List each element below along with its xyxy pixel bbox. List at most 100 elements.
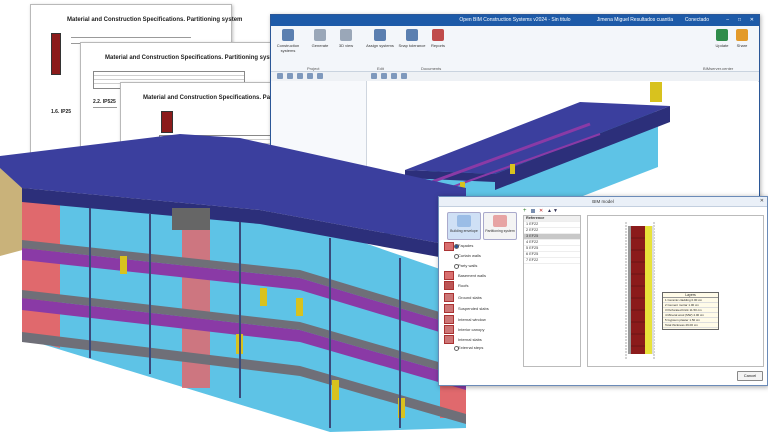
document-title: Material and Construction Specifications… — [105, 55, 281, 61]
category-item[interactable]: Roofs — [458, 283, 468, 288]
share-button[interactable]: Share — [727, 29, 757, 48]
partition-icon — [493, 215, 507, 227]
row-number: 2 — [526, 228, 529, 232]
window-titlebar: Open BIM Construction Systems v2024 - Si… — [271, 15, 759, 26]
generate-icon — [314, 29, 326, 41]
row-number: 1 — [526, 222, 529, 226]
bim-model-dialog: BIM model ✕ Building envelope Partitioni… — [438, 196, 768, 386]
ribbon-group-documents: Documents — [421, 66, 442, 71]
category-item[interactable]: External steps — [458, 345, 483, 350]
list-toolbar: + ✕ ▲ ▼ — [523, 208, 583, 214]
wall-section-sketch — [51, 33, 61, 75]
add-icon[interactable]: + — [523, 208, 527, 214]
document-title: Material and Construction Specifications… — [67, 17, 243, 23]
category-item[interactable]: Party walls — [458, 263, 477, 268]
tab-label: Partitioning system — [485, 229, 515, 233]
minimize-icon[interactable]: – — [726, 15, 729, 26]
list-item[interactable]: 7 EF22 — [524, 258, 580, 264]
reference-list[interactable]: Reference 1 EF22 2 EF22 3 EF25 4 EF22 5 … — [523, 215, 581, 367]
edit-icon[interactable] — [531, 209, 535, 213]
row-number: 6 — [526, 252, 529, 256]
toolbar-icon[interactable] — [277, 73, 283, 79]
toolbar-icon[interactable] — [307, 73, 313, 79]
wall-section-preview: Layers 1 Ceramic cladding 0.00 cm 2 Ceme… — [587, 215, 764, 367]
ground-slab-icon — [444, 293, 454, 302]
category-item[interactable]: Internal window — [458, 317, 486, 322]
view-3d-button[interactable]: 3D view — [331, 29, 361, 48]
row-number: 7 — [526, 258, 529, 262]
row-reference: EF25 — [529, 246, 539, 250]
roof-icon — [444, 281, 454, 290]
button-label: 3D view — [338, 43, 354, 48]
button-label: Construction systems — [276, 43, 300, 53]
toolbar-icon[interactable] — [297, 73, 303, 79]
button-label: Reports — [430, 43, 445, 48]
toolbar-icon[interactable] — [317, 73, 323, 79]
dialog-titlebar: BIM model ✕ — [439, 197, 767, 207]
status-item[interactable]: Resultados cuantía — [630, 15, 673, 26]
window-icon — [444, 315, 454, 324]
status-item[interactable]: Conectado — [685, 15, 709, 26]
category-item[interactable]: Façades — [458, 243, 473, 248]
button-label: Assign systems — [366, 43, 394, 48]
move-down-icon[interactable]: ▼ — [553, 208, 558, 214]
row-reference: EF22 — [529, 222, 539, 226]
toolbar-icon[interactable] — [371, 73, 377, 79]
row-number: 3 — [526, 234, 529, 238]
dialog-title: BIM model — [592, 199, 614, 204]
maximize-icon[interactable]: □ — [738, 15, 741, 26]
tab-partitioning-system[interactable]: Partitioning system — [483, 212, 517, 240]
facade-icon — [444, 242, 454, 251]
tab-building-envelope[interactable]: Building envelope — [447, 212, 481, 240]
row-reference: EF22 — [529, 228, 539, 232]
house-icon — [457, 215, 471, 227]
snap-icon — [406, 29, 418, 41]
ribbon-group-edit: Edit — [377, 66, 384, 71]
ribbon-group-bimserver: BIMserver.center — [703, 66, 734, 71]
toolbar-icon[interactable] — [381, 73, 387, 79]
close-icon[interactable]: ✕ — [750, 15, 754, 26]
row-reference: EF22 — [529, 240, 539, 244]
user-name[interactable]: Jimena Miguel — [597, 15, 629, 26]
category-item[interactable]: Suspended slabs — [458, 306, 489, 311]
suspended-slab-icon — [444, 304, 454, 313]
layer-total: Total thickness 29.00 cm — [663, 323, 718, 328]
close-icon[interactable]: ✕ — [760, 197, 764, 206]
assign-systems-button[interactable]: Assign systems — [365, 29, 395, 48]
category-item[interactable]: Curtain walls — [458, 253, 481, 258]
row-number: 4 — [526, 240, 529, 244]
reports-button[interactable]: Reports — [423, 29, 453, 48]
row-reference: EF25 — [529, 234, 539, 238]
construction-systems-button[interactable]: Construction systems — [273, 29, 303, 53]
document-section: 1.6. IP25 — [51, 109, 72, 115]
cube-icon — [340, 29, 352, 41]
toolbar-icon[interactable] — [391, 73, 397, 79]
ribbon-group-project: Project — [307, 66, 320, 71]
assign-icon — [374, 29, 386, 41]
row-reference: EF22 — [529, 258, 539, 262]
category-item[interactable]: Ground slabs — [458, 295, 482, 300]
category-item[interactable]: Basement walls — [458, 273, 486, 278]
tab-label: Building envelope — [450, 229, 478, 233]
text-line — [93, 107, 117, 108]
category-item[interactable]: Internal slabs — [458, 337, 482, 342]
document-section: 2.2. IP525 — [93, 99, 116, 105]
text-line — [71, 37, 191, 38]
share-icon — [736, 29, 748, 41]
internal-slab-icon — [444, 335, 454, 344]
building-3d-model — [0, 134, 466, 432]
basement-wall-icon — [444, 271, 454, 280]
reports-icon — [432, 29, 444, 41]
delete-icon[interactable]: ✕ — [539, 208, 543, 214]
layers-table: Layers 1 Ceramic cladding 0.00 cm 2 Ceme… — [662, 292, 719, 330]
toolbar-icon[interactable] — [287, 73, 293, 79]
cancel-button[interactable]: Cancel — [737, 371, 763, 381]
category-item[interactable]: Interior canopy — [458, 327, 484, 332]
button-label: Snap tolerance — [398, 43, 426, 48]
row-reference: EF25 — [529, 252, 539, 256]
move-up-icon[interactable]: ▲ — [547, 208, 552, 214]
button-label: Generate — [311, 43, 329, 48]
wall-section-drawing — [625, 222, 655, 360]
ribbon: Construction systems Generate 3D view As… — [271, 26, 759, 72]
button-label: Share — [736, 43, 748, 48]
